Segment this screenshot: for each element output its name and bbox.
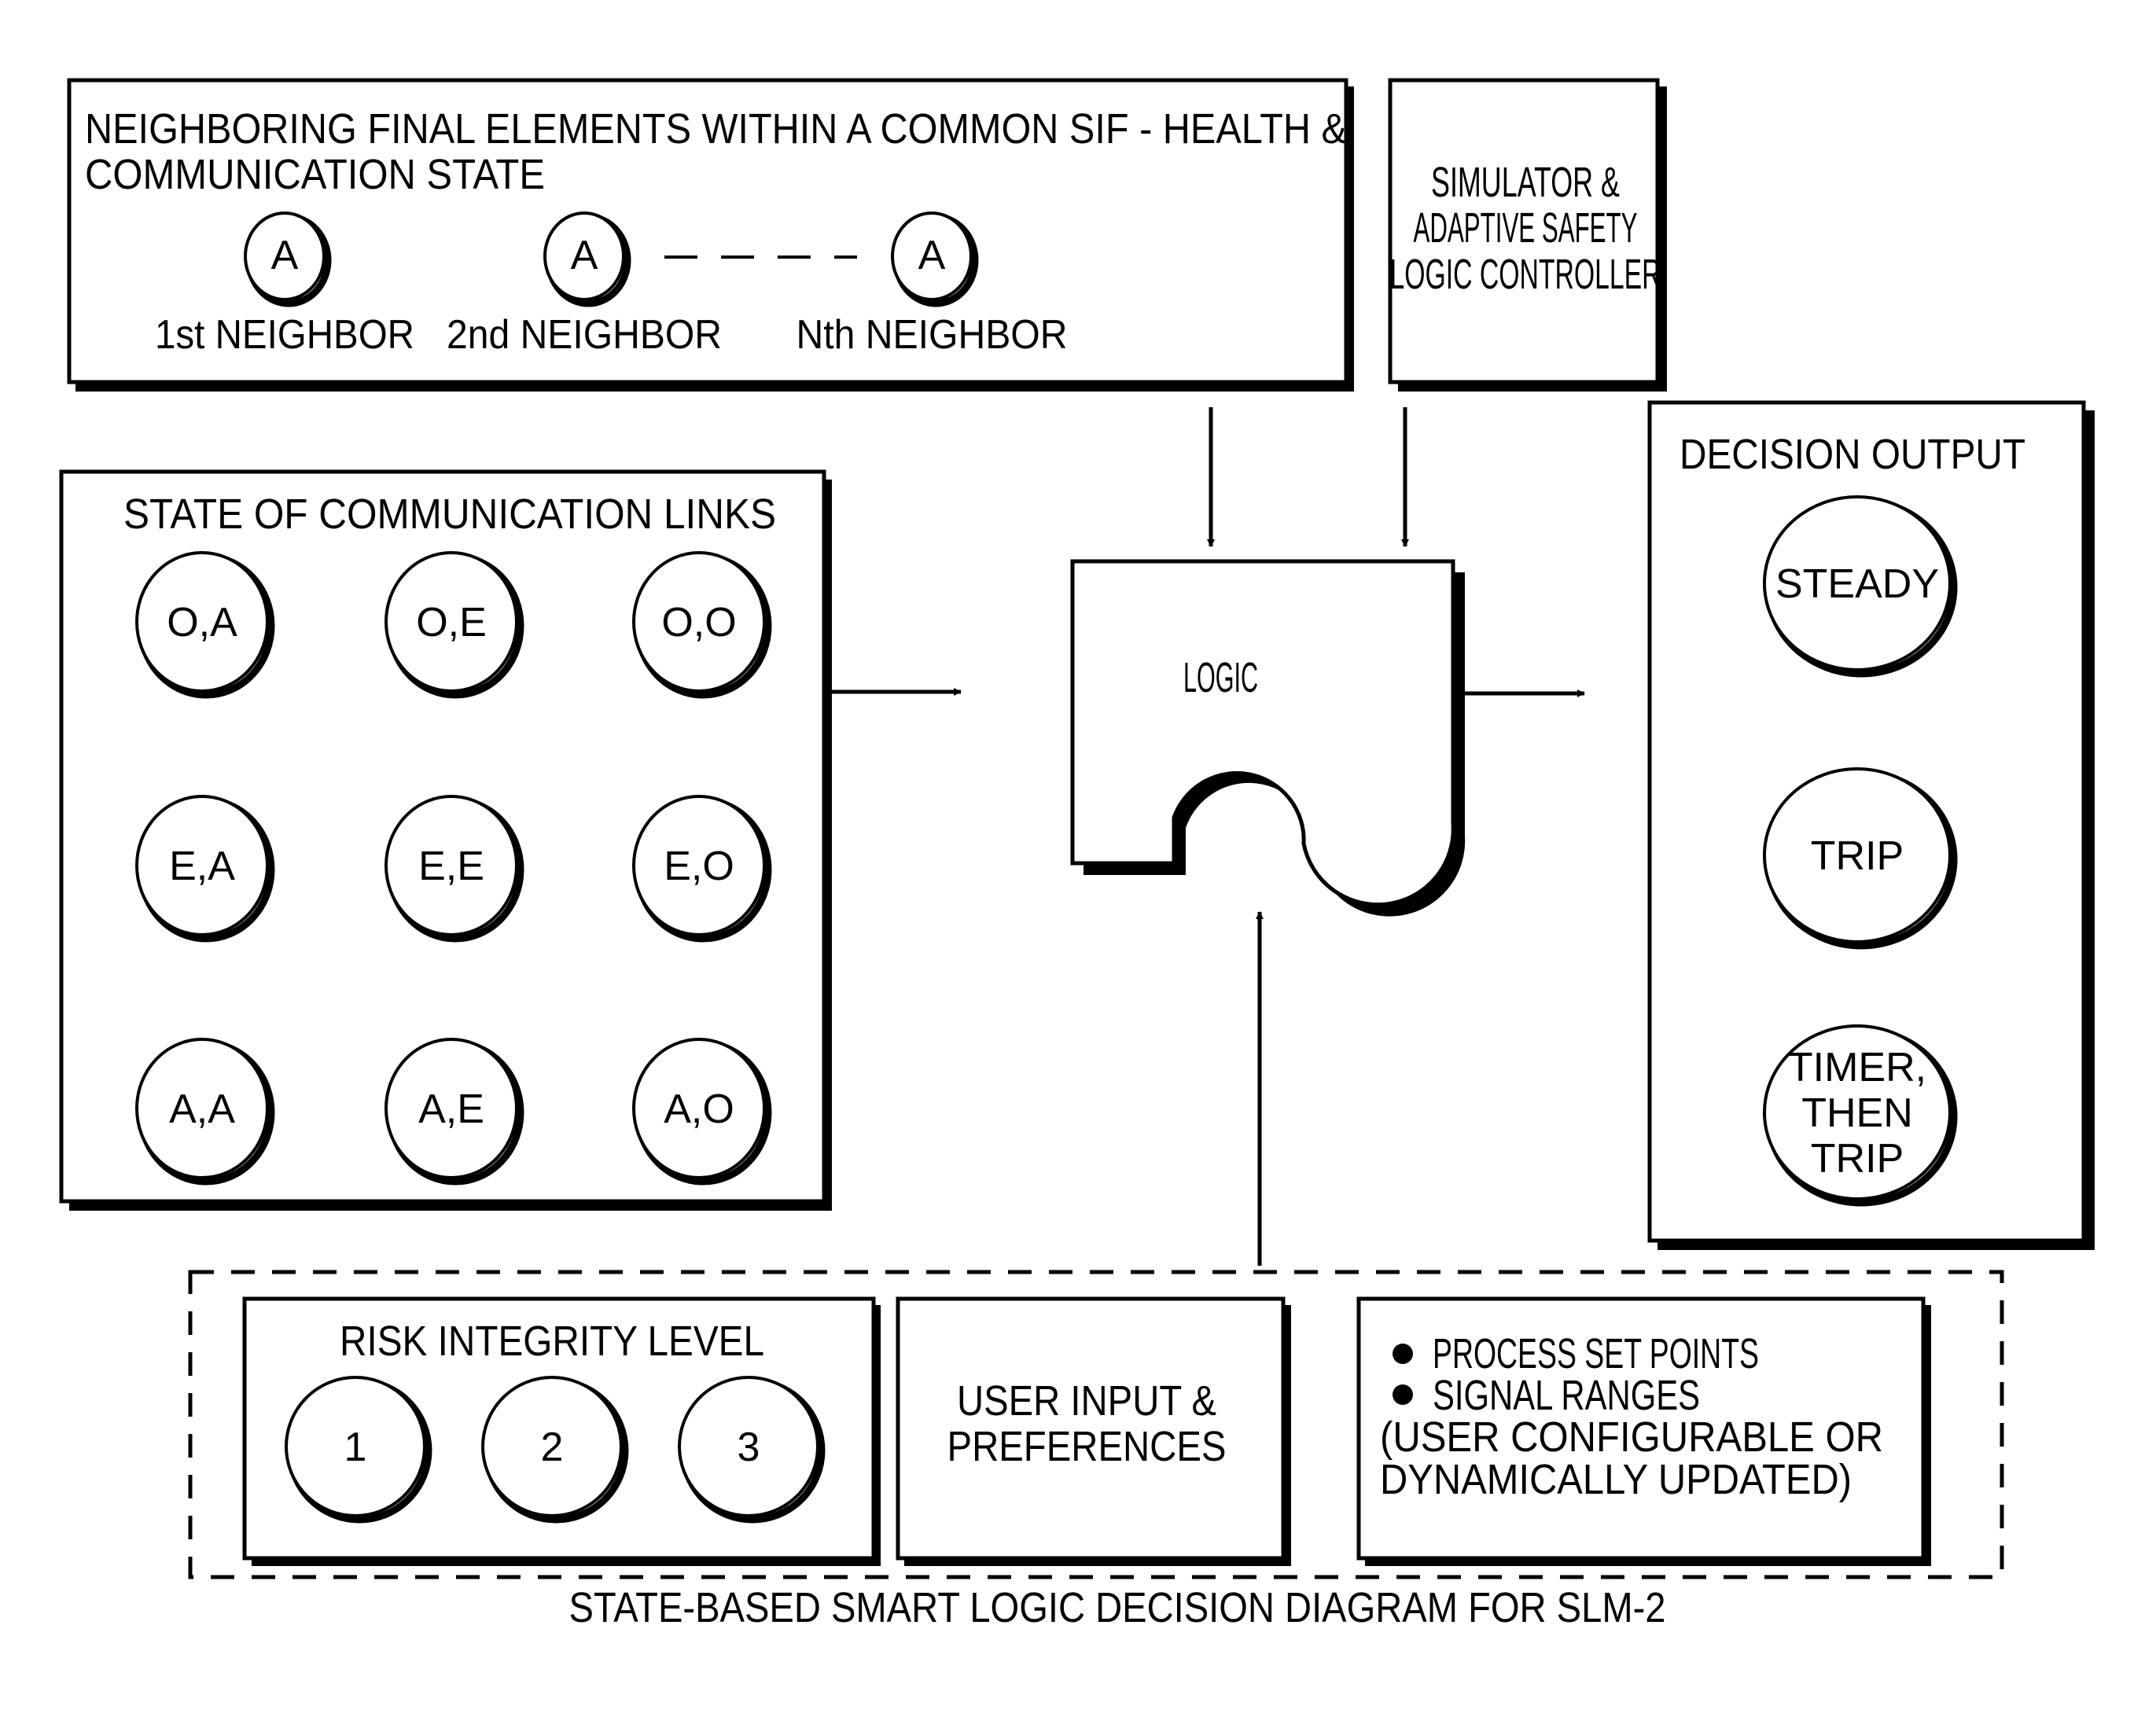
logic-block: LOGIC — [1070, 559, 1466, 917]
neighbor-node-label: 1st NEIGHBOR — [155, 312, 414, 358]
process-bullet: PROCESS SET POINTS — [1433, 1330, 1759, 1377]
risk-box: RISK INTEGRITY LEVEL 1 2 3 — [242, 1296, 881, 1566]
link-state-node: E,O — [632, 795, 772, 943]
decision-output-label: TIMER, — [1788, 1045, 1926, 1090]
link-state-label: A,E — [418, 1086, 484, 1132]
link-state-label: O,O — [661, 600, 736, 645]
process-bullet: SIGNAL RANGES — [1433, 1372, 1700, 1419]
link-state-label: A,A — [169, 1086, 235, 1132]
risk-level-label: 2 — [541, 1425, 564, 1470]
decision-output-label: STEADY — [1775, 561, 1939, 607]
decision-output-node: TIMER,THENTRIP — [1763, 1024, 1958, 1207]
diagram-canvas: NEIGHBORING FINAL ELEMENTS WITHIN A COMM… — [59, 78, 2095, 1631]
simulator-line: SIMULATOR & — [1431, 159, 1620, 206]
link-state-node: O,O — [632, 551, 772, 699]
decision-output-label: THEN — [1801, 1090, 1913, 1136]
process-box: PROCESS SET POINTS SIGNAL RANGES (USER C… — [1356, 1296, 1931, 1566]
neighbor-node-state: A — [271, 233, 299, 278]
bullet-icon — [1393, 1344, 1413, 1364]
user-input-line: PREFERENCES — [947, 1423, 1227, 1470]
link-state-label: A,O — [664, 1086, 734, 1132]
risk-level-label: 1 — [344, 1425, 367, 1470]
logic-block-shape — [1070, 559, 1455, 907]
simulator-box: SIMULATOR & ADAPTIVE SAFETY LOGIC CONTRO… — [1388, 78, 1667, 392]
decision-output-label: TRIP — [1811, 833, 1904, 879]
link-state-grid: O,A O,E O,O E,A E,E E,O A,A A,E A,O — [135, 551, 772, 1186]
decision-output-label: TRIP — [1811, 1136, 1904, 1182]
risk-levels: 1 2 3 — [285, 1376, 826, 1524]
neighbor-node-label: Nth NEIGHBOR — [797, 312, 1068, 358]
link-state-node: E,A — [135, 795, 275, 943]
user-input-box: USER INPUT & PREFERENCES — [896, 1296, 1291, 1566]
neighbors-box: NEIGHBORING FINAL ELEMENTS WITHIN A COMM… — [67, 78, 1354, 392]
risk-level-node: 2 — [481, 1376, 629, 1524]
simulator-line: LOGIC CONTROLLER — [1390, 251, 1661, 298]
link-state-label: E,O — [664, 844, 734, 889]
link-state-label: E,E — [418, 844, 484, 889]
link-state-node: O,E — [384, 551, 524, 699]
link-state-label: O,E — [416, 600, 487, 645]
decision-output-node: STEADY — [1763, 495, 1958, 678]
neighbors-title-line1: NEIGHBORING FINAL ELEMENTS WITHIN A COMM… — [85, 105, 1347, 153]
decision-box: DECISION OUTPUT STEADYTRIPTIMER,THENTRIP — [1647, 400, 2095, 1250]
neighbor-node-state: A — [571, 233, 598, 278]
bullet-icon — [1393, 1384, 1413, 1405]
process-note: DYNAMICALLY UPDATED) — [1380, 1456, 1852, 1503]
user-input-line: USER INPUT & — [957, 1377, 1216, 1425]
risk-level-node: 1 — [285, 1376, 432, 1524]
decision-output-node: TRIP — [1763, 767, 1958, 950]
link-state-label: E,A — [169, 844, 235, 889]
simulator-line: ADAPTIVE SAFETY — [1414, 204, 1638, 252]
link-state-node: A,O — [632, 1038, 772, 1186]
link-state-node: A,A — [135, 1038, 275, 1186]
process-note: (USER CONFIGURABLE OR — [1380, 1414, 1883, 1461]
links-box-title: STATE OF COMMUNICATION LINKS — [123, 491, 776, 538]
neighbor-node-label: 2nd NEIGHBOR — [447, 312, 722, 358]
neighbors-title-line2: COMMUNICATION STATE — [85, 151, 545, 198]
links-box: STATE OF COMMUNICATION LINKS O,A O,E O,O E,… — [59, 469, 832, 1211]
risk-level-label: 3 — [738, 1425, 760, 1470]
decision-outputs: STEADYTRIPTIMER,THENTRIP — [1763, 495, 1958, 1207]
link-state-node: O,A — [135, 551, 275, 699]
risk-level-node: 3 — [678, 1376, 826, 1524]
link-state-label: O,A — [167, 600, 237, 645]
decision-box-title: DECISION OUTPUT — [1680, 431, 2025, 478]
figure-caption: STATE-BASED SMART LOGIC DECISION DIAGRAM… — [569, 1584, 1666, 1631]
link-state-node: E,E — [384, 795, 524, 943]
link-state-node: A,E — [384, 1038, 524, 1186]
neighbor-node-state: A — [918, 233, 946, 278]
logic-label: LOGIC — [1183, 654, 1258, 701]
risk-box-title: RISK INTEGRITY LEVEL — [340, 1318, 764, 1365]
